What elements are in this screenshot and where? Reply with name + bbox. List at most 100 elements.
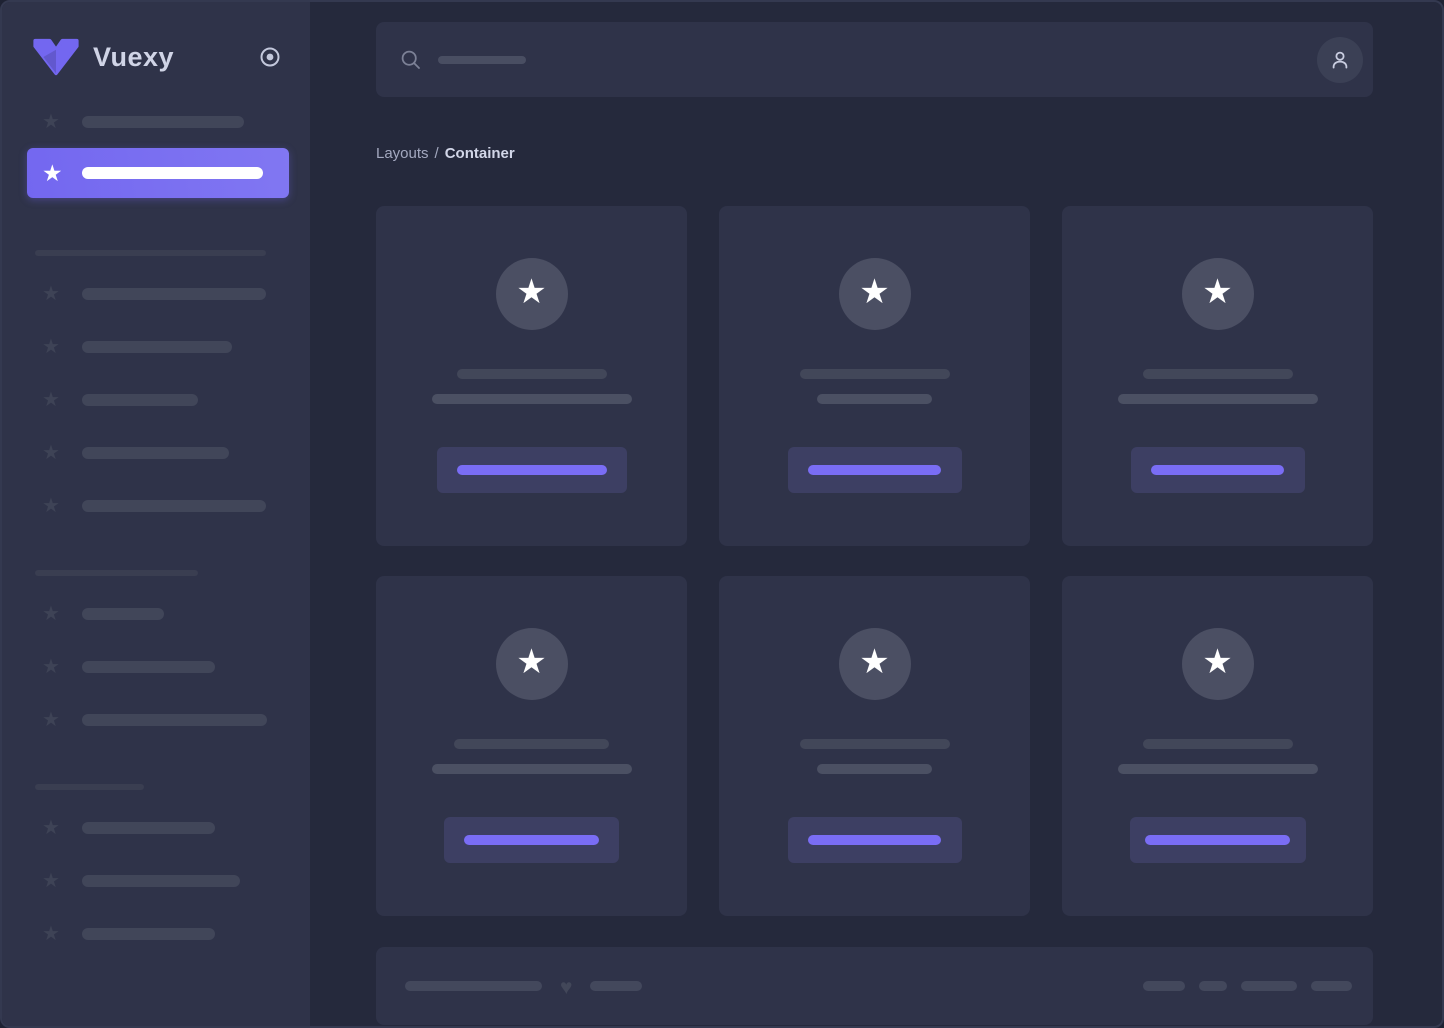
app-window: Vuexy ★ ★ ★ ★ ★ ★ ★ ★ ★ ★ ★ ★ ★ Layouts …: [0, 0, 1444, 1028]
card: ★: [719, 576, 1030, 916]
skeleton-bar: [82, 928, 215, 940]
breadcrumb-separator: /: [434, 145, 439, 162]
skeleton-bar: [1199, 981, 1227, 991]
sidebar-header: Vuexy: [2, 2, 310, 76]
section-header-skeleton: [35, 570, 198, 576]
sidebar-item[interactable]: ★: [2, 816, 310, 840]
sidebar-item[interactable]: ★: [2, 655, 310, 679]
card-button[interactable]: [436, 447, 627, 493]
card-avatar: ★: [495, 258, 568, 330]
skeleton-line: [817, 394, 932, 404]
sidebar-item[interactable]: ★: [2, 110, 310, 134]
sidebar-section: ★ ★ ★ ★ ★: [2, 250, 310, 518]
skeleton-bar: [82, 394, 198, 406]
sidebar-item[interactable]: ★: [2, 708, 310, 732]
star-icon: ★: [1202, 643, 1233, 681]
search-input[interactable]: [400, 49, 1317, 71]
user-avatar-button[interactable]: [1317, 36, 1363, 83]
skeleton-bar: [82, 341, 232, 353]
radio-circle-icon[interactable]: [258, 45, 282, 69]
sidebar-section: ★ ★ ★: [2, 784, 310, 946]
skeleton-line: [799, 369, 950, 379]
footer-right: [1143, 981, 1352, 991]
skeleton-bar: [1241, 981, 1297, 991]
skeleton-bar: [82, 661, 215, 673]
button-label-skeleton: [1151, 465, 1284, 475]
skeleton-bar: [590, 981, 643, 991]
main-content: Layouts / Container ★ ★ ★ ★ ★ ★ ♥: [310, 2, 1442, 1026]
star-icon: ★: [42, 111, 60, 133]
skeleton-bar: [1311, 981, 1352, 991]
star-icon: ★: [42, 923, 60, 945]
card: ★: [1062, 206, 1373, 546]
card-button[interactable]: [787, 817, 962, 863]
app-title: Vuexy: [93, 41, 175, 72]
sidebar-item[interactable]: ★: [2, 335, 310, 359]
star-icon: ★: [42, 389, 60, 411]
star-icon: ★: [42, 817, 60, 839]
skeleton-bar: [82, 875, 240, 887]
skeleton-bar: [82, 288, 266, 300]
card-button[interactable]: [1130, 447, 1305, 493]
sidebar-item[interactable]: ★: [2, 282, 310, 306]
search-icon: [401, 50, 420, 69]
button-label-skeleton: [808, 835, 941, 845]
card-button[interactable]: [787, 447, 962, 493]
skeleton-bar: [1143, 981, 1185, 991]
star-icon: ★: [42, 870, 60, 892]
topbar: [376, 22, 1373, 97]
section-header-skeleton: [35, 250, 266, 256]
skeleton-line: [1117, 764, 1318, 774]
breadcrumb: Layouts / Container: [376, 145, 1373, 162]
skeleton-line: [1142, 739, 1293, 749]
card-avatar: ★: [838, 628, 911, 700]
star-icon: ★: [516, 273, 547, 311]
button-label-skeleton: [808, 465, 941, 475]
card-button[interactable]: [1129, 817, 1306, 863]
skeleton-line: [1142, 369, 1293, 379]
sidebar-item-active[interactable]: ★: [27, 148, 289, 198]
button-label-skeleton: [1145, 835, 1290, 845]
skeleton-line: [431, 394, 632, 404]
card-avatar: ★: [838, 258, 911, 330]
card-avatar: ★: [1181, 258, 1254, 330]
sidebar-section: ★ ★ ★: [2, 570, 310, 732]
star-icon: ★: [42, 442, 60, 464]
card: ★: [1062, 576, 1373, 916]
star-icon: ★: [1202, 273, 1233, 311]
card: ★: [376, 206, 687, 546]
skeleton-bar: [82, 500, 266, 512]
star-icon: ★: [42, 603, 60, 625]
breadcrumb-parent[interactable]: Layouts: [376, 145, 429, 162]
skeleton-line: [1117, 394, 1318, 404]
skeleton-bar: [82, 167, 263, 179]
sidebar-item[interactable]: ★: [2, 388, 310, 412]
card-avatar: ★: [1181, 628, 1254, 700]
sidebar-item[interactable]: ★: [2, 922, 310, 946]
sidebar-item[interactable]: ★: [2, 494, 310, 518]
button-label-skeleton: [464, 835, 599, 845]
sidebar-item[interactable]: ★: [2, 869, 310, 893]
button-label-skeleton: [456, 465, 607, 475]
star-icon: ★: [42, 159, 63, 186]
section-header-skeleton: [35, 784, 144, 790]
sidebar: Vuexy ★ ★ ★ ★ ★ ★ ★ ★ ★ ★ ★ ★ ★: [2, 2, 310, 1026]
sidebar-section: ★ ★: [2, 110, 310, 198]
sidebar-nav: ★ ★ ★ ★ ★ ★ ★ ★ ★ ★ ★ ★ ★: [2, 110, 310, 946]
star-icon: ★: [516, 643, 547, 681]
search-placeholder-skeleton: [438, 55, 526, 64]
sidebar-item[interactable]: ★: [2, 441, 310, 465]
card-button[interactable]: [444, 817, 619, 863]
sidebar-item[interactable]: ★: [2, 602, 310, 626]
star-icon: ★: [42, 709, 60, 731]
star-icon: ★: [42, 336, 60, 358]
card: ★: [376, 576, 687, 916]
star-icon: ★: [859, 273, 890, 311]
skeleton-line: [456, 369, 607, 379]
breadcrumb-current: Container: [444, 145, 515, 162]
skeleton-bar: [405, 981, 542, 991]
skeleton-bar: [82, 822, 215, 834]
card-grid: ★ ★ ★ ★ ★ ★: [376, 206, 1373, 916]
card: ★: [719, 206, 1030, 546]
person-icon: [1332, 51, 1348, 68]
